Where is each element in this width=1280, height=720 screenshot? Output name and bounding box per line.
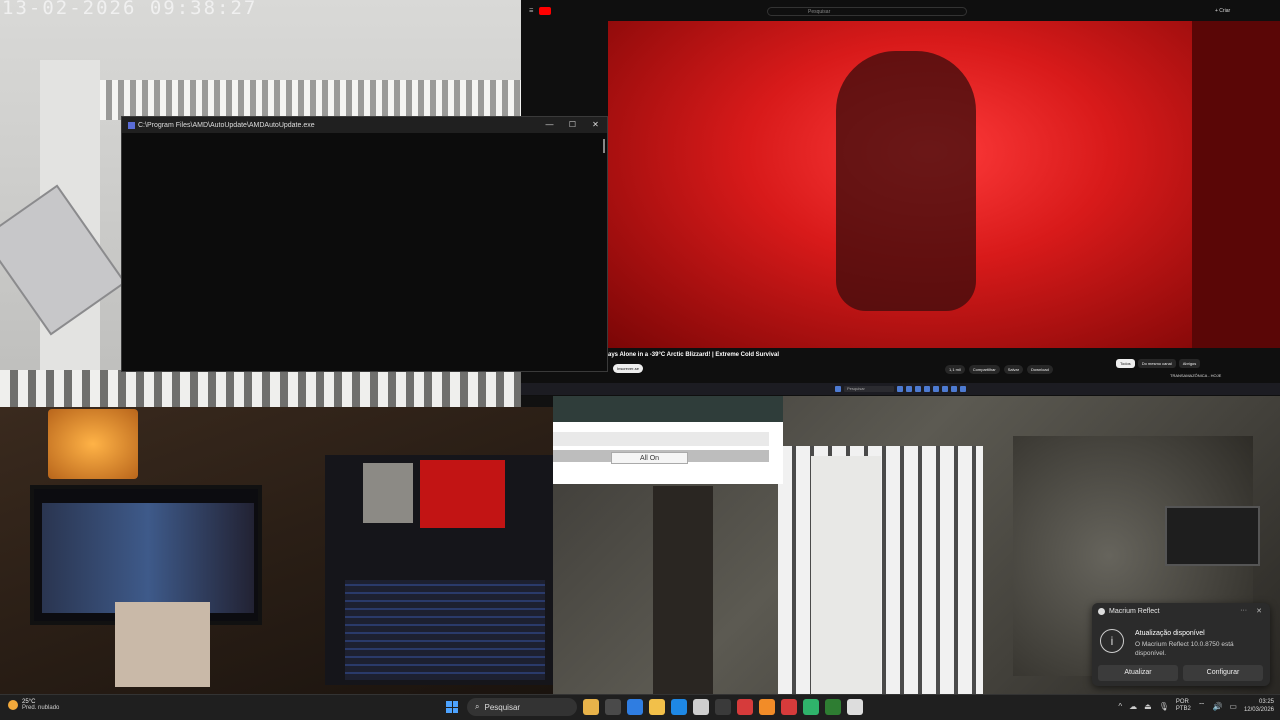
chip-same-channel[interactable]: Do mesmo canal [1137, 359, 1176, 368]
camera-wall: 13-02-2026 09:38:27 ☰ Pesquisar + Criar … [0, 0, 1280, 694]
cardboard-box [115, 602, 210, 687]
video-title: ays Alone in a -39°C Arctic Blizzard! | … [608, 352, 780, 358]
save-button[interactable]: Salvar [1003, 365, 1024, 374]
open-laptop [0, 184, 127, 336]
railing [100, 80, 521, 120]
macrium-app-icon [1098, 608, 1105, 615]
cloud-icon[interactable]: ☁ [1129, 702, 1137, 711]
taskbar-app-icon[interactable] [693, 699, 709, 715]
tray-overflow-icon[interactable]: ^ [1118, 702, 1122, 711]
console-window[interactable]: C:\Program Files\AMD\AutoUpdate\AMDAutoU… [121, 116, 608, 372]
taskbar-apps: ⌕ Pesquisar [443, 698, 863, 716]
usb-icon[interactable]: ⏏ [1144, 702, 1152, 711]
microphone-icon[interactable]: 🎙 [1159, 702, 1169, 711]
console-app-icon [128, 121, 135, 129]
toast-header: Macrium Reflect [1098, 608, 1160, 615]
remote-taskbar: Pesquisar [521, 383, 1280, 395]
taskbar: 25°C Pred. nublado ⌕ Pesquisar ^ ☁ ⏏ 🎙 P… [0, 694, 1280, 720]
recommendation-chips: Todos Do mesmo canal Abrigos [1116, 359, 1201, 368]
all-on-button[interactable]: All On [611, 452, 688, 464]
taskbar-app-icon[interactable] [759, 699, 775, 715]
close-button[interactable]: ✕ [584, 117, 607, 133]
recommended-video-title[interactable]: TRANSAMAZÔNICA - HOJE [1170, 373, 1221, 378]
taskbar-search[interactable]: ⌕ Pesquisar [467, 698, 577, 716]
console-title: C:\Program Files\AMD\AutoUpdate\AMDAutoU… [138, 121, 315, 129]
like-button[interactable]: 1,1 mil [945, 365, 965, 374]
window-controls: — ☐ ✕ [538, 117, 607, 133]
language-indicator[interactable]: POR PTB2 [1176, 699, 1191, 713]
taskbar-search-label: Pesquisar [484, 702, 521, 712]
battery-icon[interactable]: ▭ [1229, 702, 1237, 711]
toast-title: Atualização disponível [1135, 630, 1205, 637]
video-player[interactable] [608, 21, 1192, 348]
monitor-right [325, 455, 553, 685]
subscribe-button[interactable]: Inscrever-se [613, 364, 644, 373]
toast-more-button[interactable]: ··· [1240, 607, 1247, 615]
clock-time: 03:25 [1258, 699, 1274, 705]
notification-toast[interactable]: Macrium Reflect ··· ✕ i Atualização disp… [1092, 603, 1270, 686]
weather-widget[interactable]: 25°C Pred. nublado [8, 699, 59, 711]
video-subject [836, 51, 976, 311]
system-tray: ^ ☁ ⏏ 🎙 POR PTB2 ⌔ 🔊 ▭ 03:25 12/03/2026 [1118, 698, 1274, 714]
taskbar-app-icon[interactable] [605, 699, 621, 715]
console-scrollbar[interactable] [603, 139, 605, 153]
console-titlebar[interactable]: C:\Program Files\AMD\AutoUpdate\AMDAutoU… [122, 117, 607, 133]
taskbar-app-icon[interactable] [803, 699, 819, 715]
configure-button[interactable]: Configurar [1183, 665, 1263, 681]
taskbar-app-icon[interactable] [825, 699, 841, 715]
video-side-panel [1192, 21, 1280, 348]
railing-lower [0, 370, 521, 407]
network-icon[interactable]: ⌔ [1198, 701, 1206, 711]
remote-search: Pesquisar [844, 386, 894, 392]
toast-app-name: Macrium Reflect [1109, 608, 1160, 615]
taskbar-app-icon[interactable] [847, 699, 863, 715]
taskbar-app-icon[interactable] [715, 699, 731, 715]
weather-icon [8, 700, 18, 710]
info-icon: i [1100, 629, 1124, 653]
camera-timestamp: 13-02-2026 09:38:27 [2, 0, 258, 19]
taskbar-app-icon[interactable] [649, 699, 665, 715]
search-icon: ⌕ [475, 702, 480, 711]
create-button[interactable]: + Criar [1215, 8, 1230, 14]
toast-body: O Macrium Reflect 10.0.8750 está disponí… [1135, 641, 1234, 657]
share-button[interactable]: Compartilhar [968, 365, 1000, 374]
taskbar-app-icon[interactable] [583, 699, 599, 715]
taskbar-app-icon[interactable] [781, 699, 797, 715]
dialog-panel: All On [553, 396, 783, 484]
taskbar-app-icon[interactable] [671, 699, 687, 715]
weather-desc: Pred. nublado [22, 705, 60, 711]
clock[interactable]: 03:25 12/03/2026 [1244, 698, 1274, 714]
clock-date: 12/03/2026 [1243, 707, 1274, 713]
taskbar-app-icon[interactable] [737, 699, 753, 715]
chip-shelters[interactable]: Abrigos [1178, 359, 1201, 368]
taskbar-app-icon[interactable] [627, 699, 643, 715]
lamp [48, 409, 138, 479]
maximize-button[interactable]: ☐ [561, 117, 584, 133]
youtube-logo-icon[interactable] [539, 7, 552, 15]
download-button[interactable]: Download [1027, 365, 1053, 374]
toast-close-button[interactable]: ✕ [1256, 607, 1262, 615]
chip-all[interactable]: Todos [1116, 359, 1135, 368]
youtube-search-input[interactable]: Pesquisar [767, 7, 967, 16]
update-button[interactable]: Atualizar [1098, 665, 1178, 681]
picture-frame [1165, 506, 1260, 566]
menu-icon[interactable]: ☰ [529, 8, 533, 14]
video-actions: 1,1 mil Compartilhar Salvar Download [945, 365, 1053, 374]
volume-icon[interactable]: 🔊 [1212, 702, 1222, 711]
minimize-button[interactable]: — [538, 117, 561, 133]
start-button[interactable] [443, 698, 461, 716]
youtube-window[interactable]: ☰ Pesquisar + Criar ays Alone in a -39°C… [521, 0, 1280, 396]
camera-feed-bottom-left [0, 407, 553, 694]
